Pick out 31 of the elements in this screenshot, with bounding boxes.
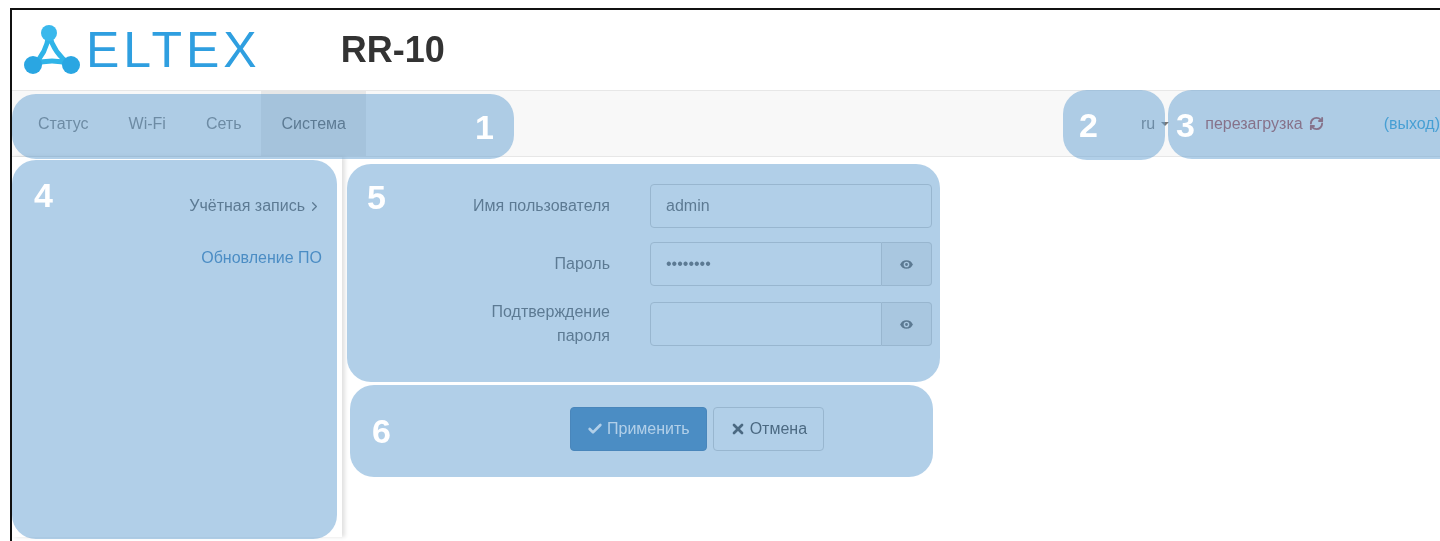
callout-number: 2 [1079,108,1098,142]
sidebar-item[interactable]: Учётная запись [189,197,322,215]
sidebar-item[interactable]: Обновление ПО [201,249,322,267]
logo-text: ELTEX [86,25,261,75]
callout-number: 1 [475,109,494,144]
refresh-icon [1308,116,1324,131]
reboot-link[interactable]: перезагрузка [1205,91,1324,156]
password-field[interactable]: •••••••• [650,242,882,286]
check-icon [587,421,603,437]
callout-number: 3 [1176,107,1195,142]
callout-number: 4 [34,178,53,212]
nav-tab[interactable]: Wi-Fi [108,91,186,156]
nav-tab[interactable]: Система [261,91,366,156]
language-dropdown[interactable]: ru [1141,91,1170,156]
device-model: RR-10 [340,29,445,71]
input-field[interactable]: admin [650,184,932,228]
field-label: Подтверждение пароля [490,302,610,346]
nav-tab[interactable]: Статус [18,91,109,156]
password-field[interactable] [650,302,882,346]
field-label: Имя пользователя [473,196,610,216]
field-label: Пароль [554,254,610,274]
show-password-button[interactable] [882,302,932,346]
show-password-button[interactable] [882,242,932,286]
nav-tab[interactable]: Сеть [185,91,262,156]
apply-button[interactable]: Применить [570,407,707,451]
cancel-button[interactable]: Отмена [712,407,825,451]
callout-number: 6 [372,414,391,448]
logo-icon [24,24,82,76]
callout-number: 5 [367,180,386,214]
logout-link[interactable]: (выход) [1383,91,1440,156]
caret-icon [1161,121,1170,126]
